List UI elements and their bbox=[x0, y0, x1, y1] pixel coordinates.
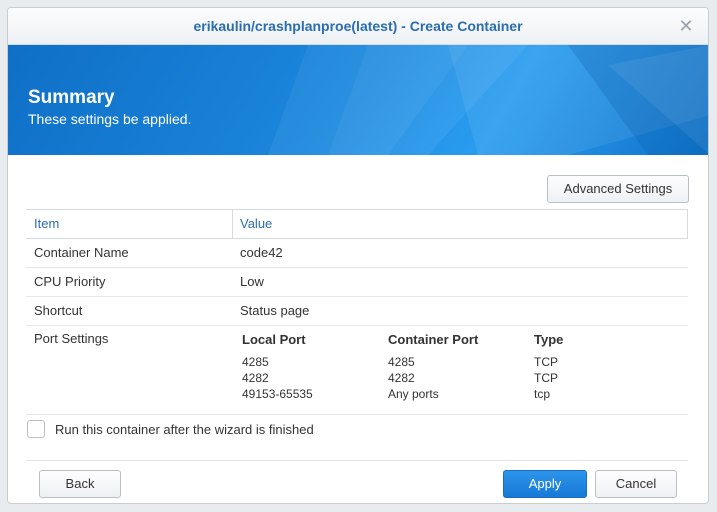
row-item-label: Shortcut bbox=[34, 303, 83, 318]
port-local: 4285 bbox=[242, 355, 269, 369]
port-header-local: Local Port bbox=[242, 332, 306, 347]
port-container: Any ports bbox=[388, 387, 439, 401]
port-type: TCP bbox=[534, 355, 558, 369]
dialog-title: erikaulin/crashplanproe(latest) - Create… bbox=[193, 18, 523, 34]
banner-title: Summary bbox=[28, 87, 115, 108]
port-container: 4282 bbox=[388, 371, 415, 385]
table-row-port-settings: Port Settings Local Port Container Port … bbox=[26, 326, 688, 415]
port-header-type: Type bbox=[534, 332, 564, 347]
column-divider bbox=[687, 210, 688, 238]
table-row: Shortcut Status page bbox=[26, 297, 688, 326]
run-after-wizard-checkbox[interactable] bbox=[27, 420, 45, 438]
row-item-label: CPU Priority bbox=[34, 274, 106, 289]
title-bar: erikaulin/crashplanproe(latest) - Create… bbox=[8, 8, 708, 45]
advanced-settings-button[interactable]: Advanced Settings bbox=[547, 175, 689, 203]
port-local: 4282 bbox=[242, 371, 269, 385]
port-container: 4285 bbox=[388, 355, 415, 369]
column-header-value[interactable]: Value bbox=[240, 210, 272, 238]
summary-banner: Summary These settings be applied. bbox=[8, 45, 708, 155]
port-type: TCP bbox=[534, 371, 558, 385]
table-header: Item Value bbox=[26, 210, 688, 239]
port-type: tcp bbox=[534, 387, 551, 401]
cancel-button[interactable]: Cancel bbox=[595, 470, 677, 498]
port-header-container: Container Port bbox=[388, 332, 479, 347]
port-local: 49153-65535 bbox=[242, 387, 313, 401]
banner-subtitle: These settings be applied. bbox=[28, 111, 192, 127]
table-row: CPU Priority Low bbox=[26, 268, 688, 297]
row-item-value: Status page bbox=[240, 303, 310, 318]
column-divider bbox=[232, 210, 233, 238]
row-item-label: Container Name bbox=[34, 245, 129, 260]
close-icon[interactable]: ✕ bbox=[676, 16, 696, 36]
back-button[interactable]: Back bbox=[39, 470, 121, 498]
row-item-label: Port Settings bbox=[34, 331, 109, 346]
summary-table: Item Value Container Name code42 CPU Pri… bbox=[26, 209, 688, 415]
row-item-value: Low bbox=[240, 274, 264, 289]
column-header-item[interactable]: Item bbox=[34, 210, 59, 238]
table-row: Container Name code42 bbox=[26, 239, 688, 268]
row-item-value: code42 bbox=[240, 245, 283, 260]
create-container-dialog: erikaulin/crashplanproe(latest) - Create… bbox=[7, 7, 709, 504]
apply-button[interactable]: Apply bbox=[503, 470, 587, 498]
footer-divider bbox=[26, 460, 688, 461]
run-after-wizard-label[interactable]: Run this container after the wizard is f… bbox=[55, 422, 314, 437]
